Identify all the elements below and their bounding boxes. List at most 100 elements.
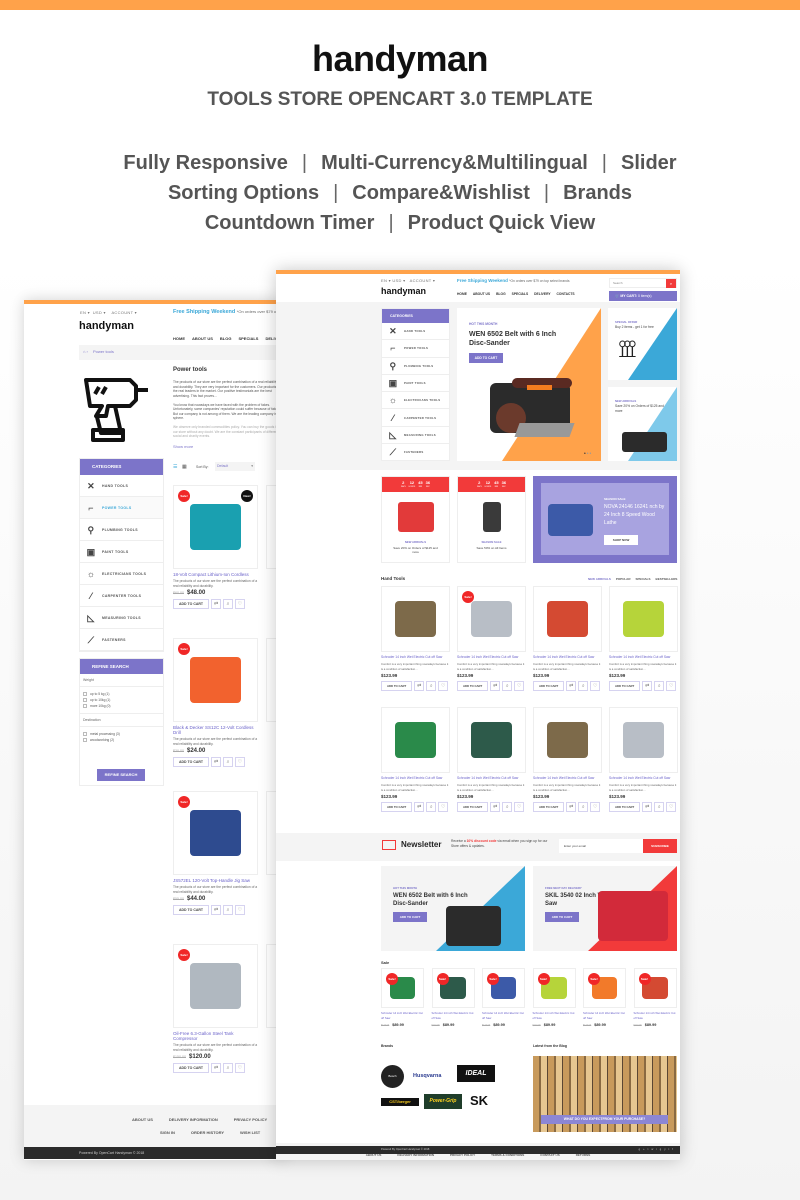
- category-item[interactable]: ▣ PAINT TOOLS: [80, 541, 163, 563]
- add-to-cart-button[interactable]: ADD TO CART: [457, 681, 489, 691]
- brand-logo[interactable]: IDEAL: [457, 1065, 495, 1082]
- language-select[interactable]: EN ▾: [381, 278, 391, 283]
- filter-option[interactable]: woodworking (2): [83, 738, 160, 742]
- blog-caption[interactable]: WHAT DO YOU EXPECTFROM YOUR PURCHASE?: [541, 1115, 668, 1124]
- product-image[interactable]: Sale!: [381, 968, 424, 1008]
- add-to-cart-button[interactable]: ADD TO CART: [173, 599, 210, 609]
- language-select[interactable]: EN ▾: [80, 310, 90, 315]
- category-item[interactable]: ⟋ FASTENERS: [382, 444, 449, 462]
- promo-banner[interactable]: FREE NEXT DAY DELIVERY SKIL 3540 02 Inch …: [533, 866, 677, 951]
- logo[interactable]: handyman: [381, 286, 426, 296]
- product-name[interactable]: Schroder 14 inch Wet Electric Cut off Sa…: [609, 655, 678, 660]
- tab-specials[interactable]: SPECIALS: [636, 577, 651, 581]
- category-item[interactable]: ⁄ CARPENTER TOOLS: [80, 585, 163, 607]
- category-item[interactable]: ▣ PAINT TOOLS: [382, 375, 449, 393]
- compare-icon[interactable]: ⇄: [566, 802, 577, 812]
- checkbox[interactable]: [83, 732, 87, 736]
- quick-view-icon[interactable]: ⌕: [426, 681, 437, 691]
- quick-view-icon[interactable]: ⌕: [426, 802, 437, 812]
- category-item[interactable]: ⌐ POWER TOOLS: [382, 340, 449, 358]
- product-image[interactable]: Sale!: [482, 968, 525, 1008]
- add-to-cart-button[interactable]: ADD TO CART: [173, 757, 210, 767]
- g+-social-icon[interactable]: g+: [639, 1148, 648, 1151]
- season-sale-banner[interactable]: SEASON SALE NOVA 24146 16241 nch by 24 I…: [533, 476, 677, 563]
- product-name[interactable]: Schroder 14 inch Wet Electric Cut off Sa…: [533, 655, 602, 660]
- product-image[interactable]: Sale!: [532, 968, 576, 1008]
- product-name[interactable]: Schroder 14 inch Wet Electric Cut off Sa…: [457, 776, 526, 781]
- product-image[interactable]: [381, 586, 450, 652]
- wishlist-icon[interactable]: ♡: [438, 681, 449, 691]
- category-item[interactable]: ⌐ POWER TOOLS: [80, 497, 163, 519]
- quick-view-icon[interactable]: ⌕: [223, 1063, 234, 1073]
- footer-link[interactable]: SIGN IN: [160, 1130, 175, 1135]
- nav-delivery[interactable]: DELIVERY: [534, 292, 550, 296]
- category-item[interactable]: ⁄ CARPENTER TOOLS: [382, 409, 449, 427]
- nav-home[interactable]: HOME: [457, 292, 467, 296]
- compare-icon[interactable]: ⇄: [490, 802, 501, 812]
- product-name[interactable]: Black & Decker SS12C 12-Volt Cordless Dr…: [173, 725, 258, 735]
- grid-view-icon[interactable]: ▦: [182, 464, 187, 470]
- countdown-card[interactable]: 2 DAYS 12 HOURS 45 MIN 36 SEC NEW ARRIVALS Save 2…: [381, 476, 450, 563]
- wishlist-icon[interactable]: ♡: [590, 802, 601, 812]
- brand-logo[interactable]: CST/berger: [381, 1098, 419, 1106]
- promo-banner[interactable]: HOT THIS MONTH WEN 6502 Belt with 6 Inch …: [381, 866, 525, 951]
- product-image[interactable]: [533, 586, 602, 652]
- wishlist-icon[interactable]: ♡: [666, 681, 677, 691]
- search-icon[interactable]: ⌕: [666, 279, 676, 288]
- tab-new-arrivals[interactable]: NEW ARRIVALS: [588, 577, 611, 581]
- checkbox[interactable]: [83, 692, 87, 696]
- wishlist-icon[interactable]: ♡: [235, 905, 246, 915]
- quick-view-icon[interactable]: ⌕: [223, 599, 234, 609]
- add-to-cart-button[interactable]: ADD TO CART: [381, 802, 413, 812]
- add-to-cart-button[interactable]: ADD TO CART: [173, 1063, 210, 1073]
- f-social-icon[interactable]: f: [672, 1148, 676, 1151]
- product-name[interactable]: Schroder 14 inch Wet Electric Cut off Sa…: [533, 776, 602, 781]
- nav-contacts[interactable]: CONTACTS: [557, 292, 575, 296]
- list-view-icon[interactable]: ☰: [173, 464, 177, 470]
- nav-blog[interactable]: BLOG: [220, 336, 232, 341]
- product-name[interactable]: Oil-Free 6.3-Gallon Steel Tank Compresso…: [173, 1031, 258, 1041]
- product-name[interactable]: Schroder 14 inch Wet Electric Cut off Sa…: [457, 655, 526, 660]
- nav-specials[interactable]: SPECIALS: [512, 292, 529, 296]
- brand-logo[interactable]: SK: [470, 1093, 488, 1108]
- show-more-link[interactable]: Show more: [173, 444, 193, 449]
- account-menu[interactable]: ACCOUNT ▾: [410, 278, 436, 283]
- refine-search-button[interactable]: REFINE SEARCH: [97, 769, 145, 781]
- product-image[interactable]: Sale!: [173, 791, 258, 875]
- filter-option[interactable]: more 10kg (0): [83, 704, 160, 708]
- footer-link[interactable]: ABOUT US: [132, 1117, 153, 1122]
- quick-view-icon[interactable]: ⌕: [223, 757, 234, 767]
- blog-image[interactable]: WHAT DO YOU EXPECTFROM YOUR PURCHASE?: [533, 1056, 677, 1132]
- product-image[interactable]: [381, 707, 450, 773]
- cart-button[interactable]: 🛒 MY CART: 0 item(s): [609, 291, 677, 301]
- product-image[interactable]: Sale!: [633, 968, 677, 1008]
- product-name[interactable]: Schroder 14 inch Wet Electric Cut off Sa…: [432, 1011, 475, 1021]
- currency-select[interactable]: USD ▾: [392, 278, 405, 283]
- add-to-cart-button[interactable]: ADD TO CART: [533, 802, 565, 812]
- category-item[interactable]: ⚲ PLUMBING TOOLS: [382, 358, 449, 375]
- footer-link[interactable]: WISH LIST: [240, 1130, 260, 1135]
- shop-now-button[interactable]: SHOP NOW: [604, 535, 638, 545]
- brand-logo[interactable]: Power-Grip: [424, 1094, 462, 1109]
- brand-logo[interactable]: Husqvarna: [413, 1073, 441, 1079]
- category-item[interactable]: ◺ MEASURING TOOLS: [382, 427, 449, 445]
- quick-view-icon[interactable]: ⌕: [223, 905, 234, 915]
- home-icon[interactable]: ⌂ ›: [83, 349, 88, 354]
- compare-icon[interactable]: ⇄: [211, 599, 222, 609]
- nav-specials[interactable]: SPECIALS: [238, 336, 258, 341]
- add-to-cart-button[interactable]: ADD TO CART: [457, 802, 489, 812]
- promo-add-to-cart-button[interactable]: ADD TO CART: [545, 912, 579, 922]
- add-to-cart-button[interactable]: ADD TO CART: [609, 802, 641, 812]
- product-image[interactable]: [609, 586, 678, 652]
- product-image[interactable]: Sale!: [583, 968, 626, 1008]
- nav-home[interactable]: HOME: [173, 336, 185, 341]
- main-slider[interactable]: HOT THIS MONTH WEN 6502 Belt with 6 Inch…: [457, 308, 601, 461]
- product-name[interactable]: Schroder 14 inch Wet Electric Cut off Sa…: [583, 1011, 626, 1021]
- compare-icon[interactable]: ⇄: [642, 681, 653, 691]
- nav-about[interactable]: ABOUT US: [192, 336, 213, 341]
- logo[interactable]: handyman: [79, 320, 134, 332]
- promo-add-to-cart-button[interactable]: ADD TO CART: [393, 912, 427, 922]
- nav-about[interactable]: ABOUT US: [473, 292, 490, 296]
- category-item[interactable]: ⟋ FASTENERS: [80, 629, 163, 651]
- wishlist-icon[interactable]: ♡: [235, 1063, 246, 1073]
